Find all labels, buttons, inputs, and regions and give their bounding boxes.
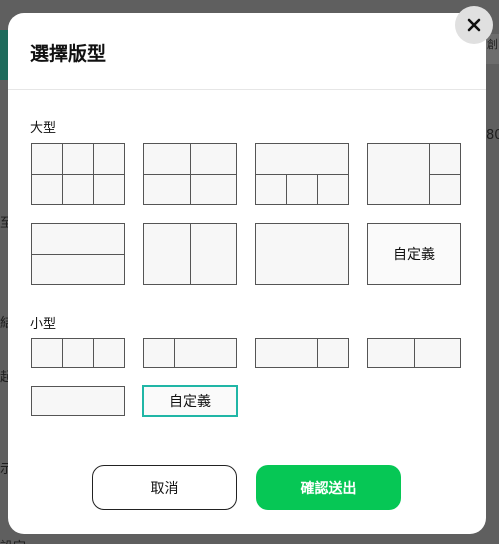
background-text: 設定: [0, 536, 26, 544]
layout-large-one-top-three-bottom[interactable]: [255, 143, 349, 205]
layout-large-four-grid[interactable]: [143, 143, 237, 205]
layout-small-two-columns[interactable]: [367, 338, 461, 368]
layout-small-custom[interactable]: 自定義: [142, 385, 238, 417]
layout-small-wide-left-narrow-right[interactable]: [255, 338, 349, 368]
background-text: 80: [486, 128, 499, 143]
layout-small-three-columns[interactable]: [31, 338, 125, 368]
cancel-button[interactable]: 取消: [92, 465, 237, 510]
layout-large-custom[interactable]: 自定義: [367, 223, 461, 285]
modal-title: 選擇版型: [30, 43, 107, 65]
layout-large-six-grid[interactable]: [31, 143, 125, 205]
modal-divider: [8, 89, 486, 90]
background-text: 創: [487, 38, 498, 51]
submit-button[interactable]: 確認送出: [256, 465, 401, 510]
close-button[interactable]: [455, 6, 493, 44]
layout-picker-modal: 選擇版型 大型 自定義 小型 自定義 取消 確認送出: [8, 13, 486, 534]
close-icon: [467, 18, 481, 32]
small-section-label: 小型: [30, 317, 57, 332]
layout-large-left-big-two-right[interactable]: [367, 143, 461, 205]
layout-large-single[interactable]: [255, 223, 349, 285]
layout-small-narrow-left-wide-right[interactable]: [143, 338, 237, 368]
large-section-label: 大型: [30, 121, 57, 136]
layout-large-two-rows[interactable]: [31, 223, 125, 285]
background-sidebar-strip: [0, 30, 8, 80]
layout-small-single[interactable]: [31, 386, 125, 416]
layout-large-two-columns[interactable]: [143, 223, 237, 285]
